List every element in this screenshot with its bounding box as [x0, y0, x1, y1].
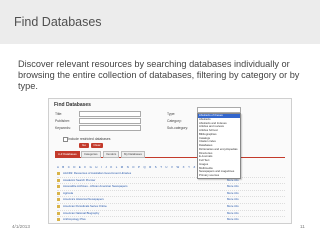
database-row: AACR2: Resources of Australian Governmen…	[57, 171, 285, 178]
database-row: American Periodicals Series Online More i…	[57, 204, 285, 211]
more-info-link[interactable]: More info	[227, 191, 239, 195]
type-option[interactable]: Primary sources	[198, 173, 240, 178]
database-icon	[57, 185, 60, 189]
database-row: Agricola More info	[57, 191, 285, 198]
category-label: Category:	[167, 119, 182, 123]
database-list: AACR2: Resources of Australian Governmen…	[57, 171, 285, 223]
database-icon	[57, 211, 60, 215]
publisher-input[interactable]	[79, 118, 141, 124]
screenshot-title: Find Databases	[54, 102, 91, 108]
more-info-link[interactable]: More info	[227, 211, 239, 215]
database-title-link[interactable]: America's Historical Newspapers	[63, 197, 104, 201]
more-info-link[interactable]: More info	[227, 217, 239, 221]
database-title-link[interactable]: American Periodicals Series Online	[63, 204, 107, 208]
keywords-label: Keywords:	[55, 126, 71, 130]
tab-bar: A-Z Databases Categories Vendors My Data…	[55, 151, 285, 158]
database-title-link[interactable]: Anthropology Plus	[63, 217, 86, 221]
page-number: 11	[300, 224, 305, 229]
database-title-link[interactable]: AACR2: Resources of Australian Governmen…	[63, 171, 131, 175]
database-title-link[interactable]: Agricola	[63, 191, 73, 195]
database-icon	[57, 191, 60, 195]
alphabet-filter[interactable]: A B C D E F G H I J K L M N O P Q R S T …	[57, 165, 197, 169]
database-icon	[57, 204, 60, 208]
more-info-link[interactable]: More info	[227, 204, 239, 208]
slide-subtitle: Discover relevant resources by searching…	[18, 59, 300, 92]
tab-vendors[interactable]: Vendors	[103, 151, 120, 158]
database-row: America's Historical Newspapers More info	[57, 197, 285, 204]
tab-a-z[interactable]: A-Z Databases	[55, 151, 80, 158]
type-dropdown-list[interactable]: Abstracts of theses Abstracts Abstracts an…	[197, 113, 241, 179]
tab-categories[interactable]: Categories	[81, 151, 101, 158]
database-icon	[57, 218, 60, 222]
database-title-link[interactable]: Accessible Archives - African American N…	[63, 184, 128, 188]
more-info-link[interactable]: More info	[227, 197, 239, 201]
more-info-link[interactable]: More info	[227, 184, 239, 188]
clear-button[interactable]: Clear	[91, 143, 103, 148]
database-title-link[interactable]: American National Biography	[63, 211, 99, 215]
database-row: American National Biography More info	[57, 211, 285, 218]
database-icon	[57, 198, 60, 202]
go-button[interactable]: Go	[79, 143, 89, 148]
tab-my-databases[interactable]: My Databases	[121, 151, 145, 158]
slide-title: Find Databases	[14, 15, 102, 29]
database-icon	[57, 172, 60, 175]
database-row: Accessible Archives - African American N…	[57, 184, 285, 191]
database-icon	[57, 178, 60, 182]
database-search-screenshot: Find Databases Title: Publisher: Keyword…	[48, 98, 292, 224]
database-title-link[interactable]: Academic Search Premier	[63, 178, 96, 182]
database-row: Anthropology Plus More info	[57, 217, 285, 223]
footer-date: 4/1/2013	[12, 224, 30, 229]
keywords-input[interactable]	[79, 125, 141, 131]
restricted-checkbox-label: Include restricted databases	[68, 137, 111, 141]
title-input[interactable]	[79, 111, 141, 117]
publisher-label: Publisher:	[55, 119, 71, 123]
database-row: Academic Search Premier More info	[57, 178, 285, 185]
title-label: Title:	[55, 112, 63, 116]
subcategory-label: Sub-category:	[167, 126, 189, 130]
type-label: Type:	[167, 112, 176, 116]
